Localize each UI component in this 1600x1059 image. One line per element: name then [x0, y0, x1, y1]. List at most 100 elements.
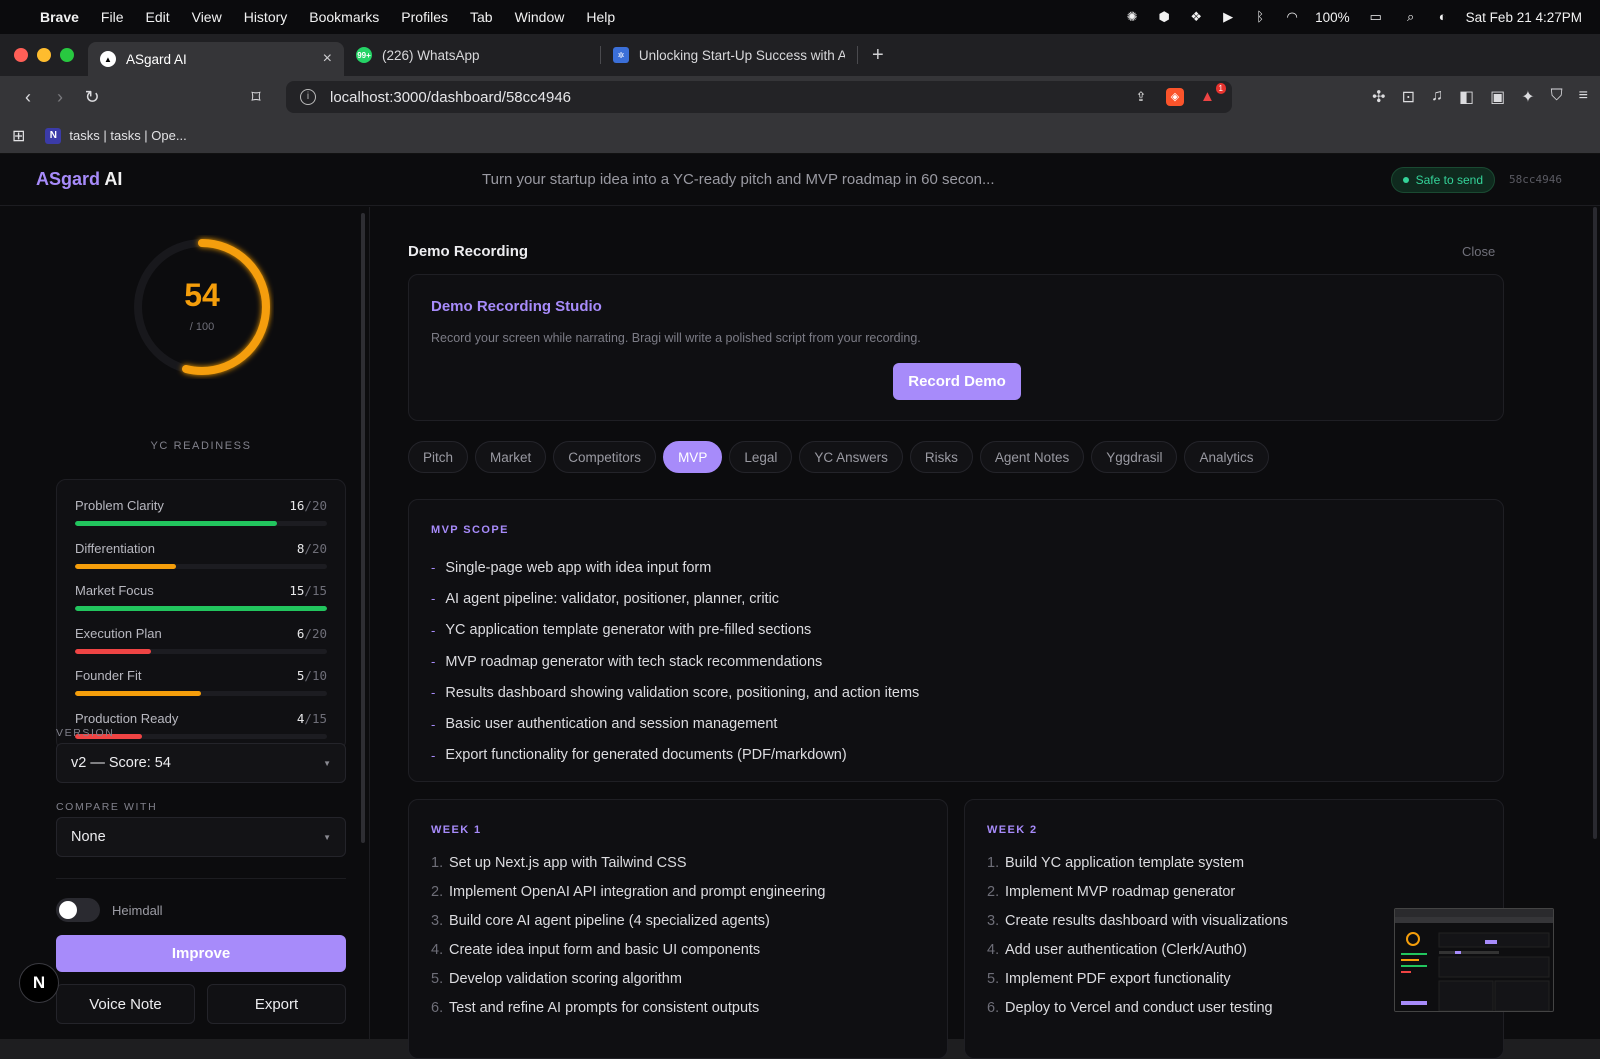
- tab-title: Unlocking Start-Up Success with A: [638, 47, 845, 63]
- aperture-icon[interactable]: ✺: [1123, 10, 1141, 24]
- new-tab-button[interactable]: +: [872, 44, 884, 67]
- search-icon[interactable]: ⌕: [1402, 10, 1420, 24]
- gear-icon: ✲: [613, 47, 629, 63]
- heimdall-toggle[interactable]: [56, 898, 100, 922]
- screen-recording-thumbnail[interactable]: [1394, 908, 1554, 1012]
- tab-whatsapp[interactable]: 99+ (226) WhatsApp: [344, 38, 600, 72]
- scope-item-text: Single-page web app with idea input form: [445, 559, 712, 576]
- main-scrollbar[interactable]: [1593, 207, 1597, 839]
- control-center-icon[interactable]: ◐: [1434, 10, 1452, 24]
- site-info-icon[interactable]: i: [300, 89, 316, 105]
- menu-edit[interactable]: Edit: [145, 9, 169, 25]
- sidebar-scrollbar[interactable]: [361, 213, 365, 843]
- whatsapp-badge: 99+: [357, 50, 371, 60]
- leo-ai-icon[interactable]: ✦: [1521, 87, 1534, 107]
- task-text: Create idea input form and basic UI comp…: [449, 941, 761, 958]
- tab-strip: ▲ ASgard AI × 99+ (226) WhatsApp ✲ Unloc…: [0, 34, 1600, 76]
- score-value: 8/20: [297, 541, 327, 556]
- menu-window[interactable]: Window: [515, 9, 565, 25]
- battery-icon[interactable]: ▭: [1364, 10, 1388, 24]
- menu-file[interactable]: File: [101, 9, 124, 25]
- compare-select[interactable]: None ▼: [56, 817, 346, 857]
- wifi-icon[interactable]: ◠: [1283, 10, 1301, 24]
- close-button[interactable]: Close: [1462, 244, 1495, 259]
- task-text: Implement MVP roadmap generator: [1005, 883, 1236, 900]
- bookmark-tasks[interactable]: tasks | tasks | Ope...: [69, 128, 186, 143]
- address-bar[interactable]: i localhost:3000/dashboard/58cc4946 ⇪ ◈ …: [286, 81, 1232, 113]
- score-row-header: Differentiation 8/20: [75, 541, 327, 556]
- tab-legal[interactable]: Legal: [729, 441, 793, 473]
- tab-agent-notes[interactable]: Agent Notes: [979, 441, 1085, 473]
- tab-asgard[interactable]: ▲ ASgard AI ×: [88, 42, 344, 76]
- score-max: /20: [304, 498, 327, 513]
- app-logo[interactable]: ASgard AI: [36, 169, 122, 190]
- menubar-clock[interactable]: Sat Feb 21 4:27PM: [1466, 10, 1582, 25]
- bluetooth-icon[interactable]: ᛒ: [1251, 10, 1269, 24]
- menu-tab[interactable]: Tab: [470, 9, 493, 25]
- reload-icon[interactable]: ↻: [76, 87, 108, 108]
- wallet-icon[interactable]: ▣: [1490, 87, 1505, 107]
- cube-icon[interactable]: ⬢: [1155, 10, 1173, 24]
- music-icon[interactable]: ♫: [1431, 87, 1443, 107]
- tab-title: (226) WhatsApp: [382, 47, 480, 63]
- tab-market[interactable]: Market: [475, 441, 547, 473]
- export-button[interactable]: Export: [207, 984, 346, 1024]
- week1-card: WEEK 1 1. Set up Next.js app with Tailwin…: [408, 799, 948, 1059]
- status-dot: [1402, 176, 1409, 183]
- menu-view[interactable]: View: [192, 9, 222, 25]
- score-value: 6/20: [297, 626, 327, 641]
- menu-app-name[interactable]: Brave: [40, 9, 79, 25]
- url-text[interactable]: localhost:3000/dashboard/58cc4946: [330, 89, 571, 106]
- menu-bookmarks[interactable]: Bookmarks: [309, 9, 379, 25]
- share-icon[interactable]: ⇪: [1132, 90, 1150, 104]
- week1-list: 1. Set up Next.js app with Tailwind CSS 2.…: [431, 848, 825, 1022]
- bookmark-icon[interactable]: ⌑: [240, 87, 272, 108]
- mvp-scope-list: - Single-page web app with idea input for…: [431, 552, 919, 771]
- vpn-icon[interactable]: ⛉: [1551, 87, 1563, 107]
- task-text: Add user authentication (Clerk/Auth0): [1005, 941, 1247, 958]
- list-number: 1.: [431, 854, 444, 871]
- back-icon[interactable]: ‹: [12, 87, 44, 108]
- nextjs-dev-button[interactable]: N: [19, 963, 59, 1003]
- tab-pitch[interactable]: Pitch: [408, 441, 469, 473]
- menu-icon[interactable]: ≡: [1579, 87, 1588, 107]
- improve-button[interactable]: Improve: [56, 935, 346, 972]
- reader-mode-icon[interactable]: ⊡: [1402, 87, 1415, 107]
- list-number: 6.: [987, 999, 1000, 1016]
- menu-help[interactable]: Help: [586, 9, 615, 25]
- apps-grid-icon[interactable]: ⊞: [12, 126, 25, 146]
- tab-yggdrasil[interactable]: Yggdrasil: [1091, 441, 1178, 473]
- close-window-button[interactable]: [14, 48, 28, 62]
- task-text: Set up Next.js app with Tailwind CSS: [449, 854, 687, 871]
- scope-item-text: Basic user authentication and session ma…: [445, 716, 778, 733]
- menu-history[interactable]: History: [244, 9, 288, 25]
- score-value: 16/20: [289, 498, 327, 513]
- brave-rewards-icon[interactable]: ▲ 1: [1200, 83, 1226, 105]
- sidebar-icon[interactable]: ◧: [1459, 87, 1474, 107]
- tab-analytics[interactable]: Analytics: [1184, 441, 1269, 473]
- tab-yc-answers[interactable]: YC Answers: [799, 441, 903, 473]
- dash-bullet: -: [431, 716, 436, 732]
- menu-profiles[interactable]: Profiles: [401, 9, 448, 25]
- tab-unlocking[interactable]: ✲ Unlocking Start-Up Success with A: [601, 38, 857, 72]
- score-label: Market Focus: [75, 583, 154, 598]
- list-item: 1. Build YC application template system: [987, 848, 1288, 877]
- version-select[interactable]: v2 — Score: 54 ▼: [56, 743, 346, 783]
- record-demo-button[interactable]: Record Demo: [893, 363, 1021, 400]
- whatsapp-icon: 99+: [356, 47, 372, 63]
- brave-shields-icon[interactable]: ◈: [1166, 88, 1184, 106]
- figma-icon[interactable]: ❖: [1187, 10, 1205, 24]
- tab-mvp[interactable]: MVP: [663, 441, 723, 473]
- close-icon[interactable]: ×: [323, 50, 332, 68]
- tab-competitors[interactable]: Competitors: [553, 441, 657, 473]
- chevron-down-icon: ▼: [323, 832, 331, 842]
- extensions-icon[interactable]: ✣: [1372, 87, 1385, 107]
- tab-risks[interactable]: Risks: [909, 441, 973, 473]
- score-max: /15: [304, 710, 327, 726]
- forward-icon[interactable]: ›: [44, 87, 76, 108]
- voice-note-button[interactable]: Voice Note: [56, 984, 195, 1024]
- play-circle-icon[interactable]: ▶: [1219, 10, 1237, 24]
- zoom-window-button[interactable]: [60, 48, 74, 62]
- score-row-header: Founder Fit 5/10: [75, 668, 327, 683]
- minimize-window-button[interactable]: [37, 48, 51, 62]
